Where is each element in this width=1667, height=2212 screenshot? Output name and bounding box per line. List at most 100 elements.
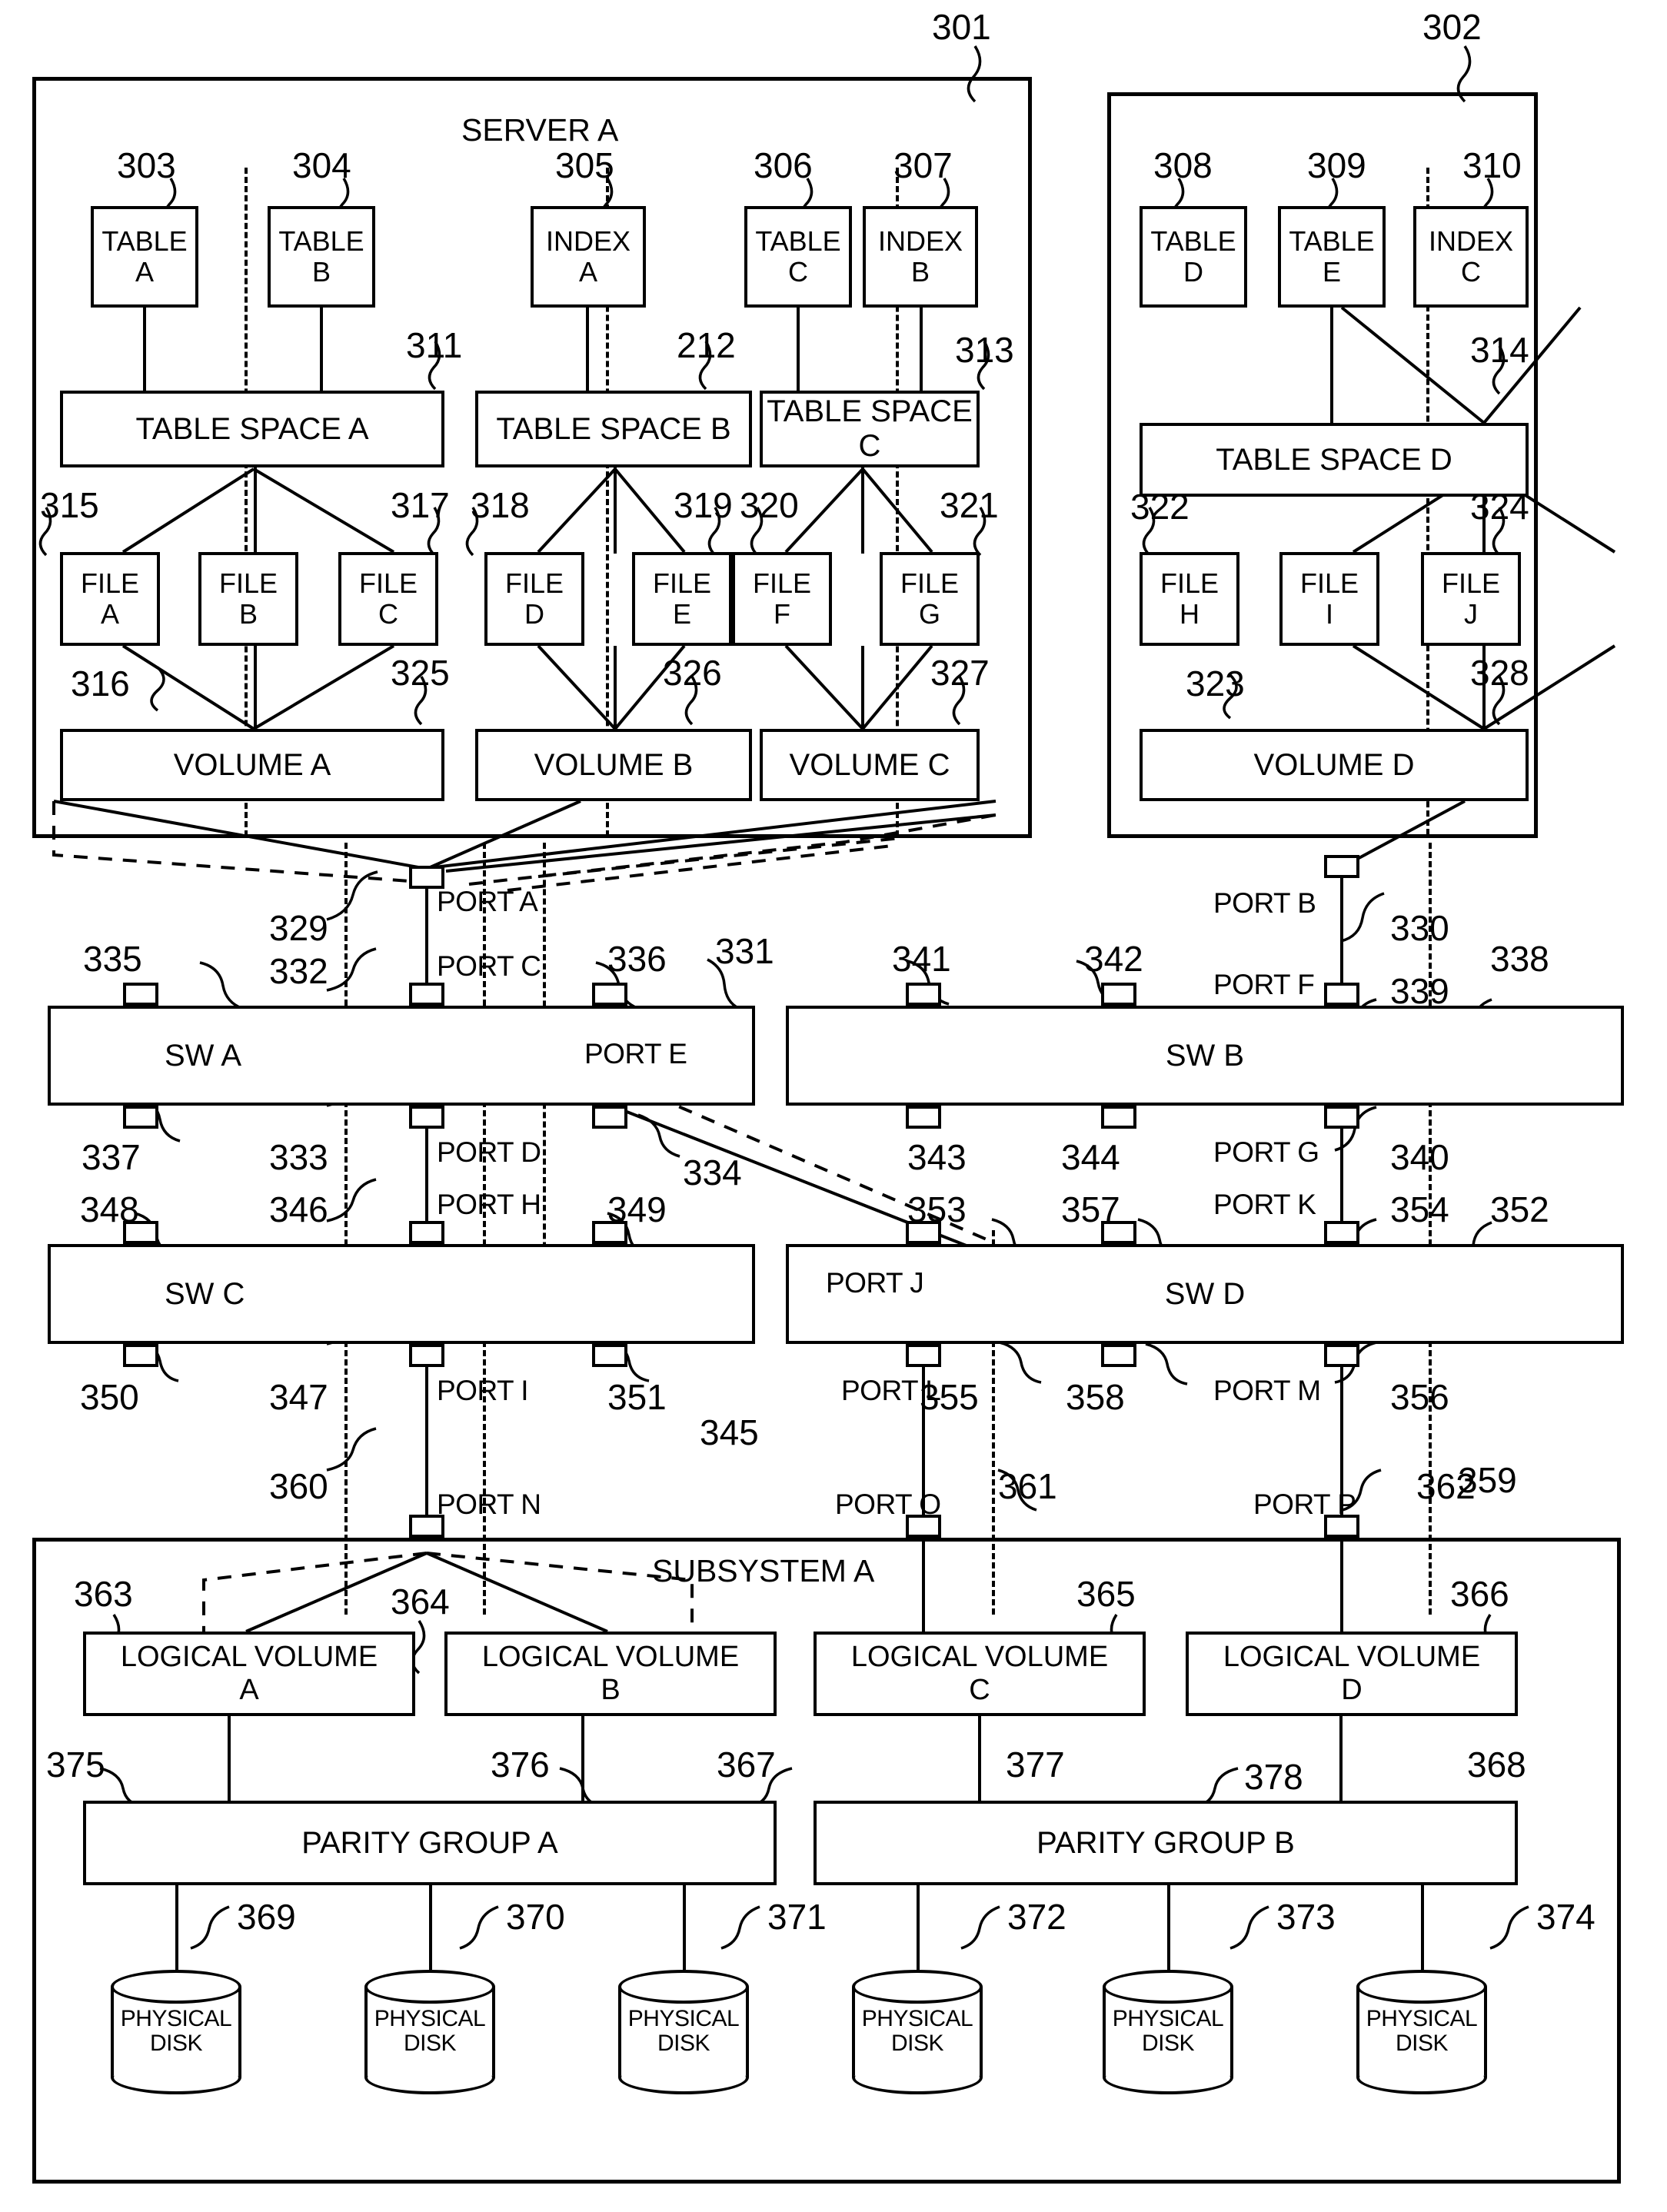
file-line2: F — [774, 598, 790, 630]
link-index-a — [586, 308, 589, 392]
ref-368: 368 — [1467, 1745, 1526, 1785]
ref-319: 319 — [674, 485, 733, 525]
disk-top-ellipse — [1103, 1970, 1233, 2004]
file-box-a: FILE A — [60, 552, 160, 646]
port-i-label: PORT I — [437, 1375, 529, 1406]
object-line1: INDEX — [1428, 225, 1514, 257]
volume-box-b: VOLUME B — [475, 729, 752, 801]
ref-373: 373 — [1276, 1897, 1336, 1937]
disk-line1: PHYSICAL — [374, 2006, 486, 2031]
sw-d-port-m[interactable] — [1324, 1344, 1359, 1367]
ref-374: 374 — [1536, 1897, 1595, 1937]
port-f-label: PORT F — [1213, 969, 1315, 1000]
object-line2: C — [1461, 256, 1481, 288]
parity-group-box-a: PARITY GROUP A — [83, 1801, 777, 1885]
ref-316: 316 — [71, 664, 130, 704]
link-lvb-pga — [581, 1716, 584, 1801]
ref-348: 348 — [80, 1189, 139, 1229]
ref-343: 343 — [907, 1137, 967, 1177]
table-space-c: TABLE SPACE C — [760, 391, 980, 467]
lv-line2: B — [601, 1674, 621, 1706]
sw-b-port-g[interactable] — [1324, 1106, 1359, 1129]
ref-349: 349 — [607, 1189, 667, 1229]
sw-d-port-358[interactable] — [1101, 1344, 1136, 1367]
sw-b-port-341[interactable] — [906, 983, 941, 1006]
ref-332: 332 — [269, 951, 328, 991]
object-box-table-c: TABLE C — [744, 206, 852, 308]
link-lva-pga — [228, 1716, 231, 1801]
disk-label: PHYSICAL DISK — [618, 2006, 749, 2057]
ref-334: 334 — [683, 1153, 742, 1192]
parity-group-box-b: PARITY GROUP B — [814, 1801, 1518, 1885]
file-line1: FILE — [218, 567, 278, 599]
object-line2: C — [788, 256, 808, 288]
sw-c-port-351[interactable] — [592, 1344, 627, 1367]
file-line2: E — [672, 598, 691, 630]
sw-c-port-h[interactable] — [409, 1221, 444, 1244]
sw-a-port-d[interactable] — [409, 1106, 444, 1129]
ref-377: 377 — [1006, 1745, 1065, 1785]
ref-345: 345 — [700, 1412, 759, 1452]
disk-line2: DISK — [403, 2031, 457, 2057]
file-line1: FILE — [652, 567, 712, 599]
port-j-label: PORT J — [826, 1267, 924, 1299]
port-n-label: PORT N — [437, 1489, 541, 1520]
ref-336: 336 — [607, 939, 667, 979]
file-line1: FILE — [900, 567, 960, 599]
logical-volume-box-d: LOGICAL VOLUME D — [1186, 1632, 1518, 1716]
disk-line2: DISK — [149, 2031, 203, 2057]
ref-320: 320 — [740, 485, 799, 525]
trunk-port-i-n — [425, 1365, 428, 1536]
trace-col-1 — [344, 843, 348, 1615]
ref-363: 363 — [74, 1574, 133, 1614]
ref-365: 365 — [1076, 1574, 1136, 1614]
ref-337: 337 — [82, 1137, 141, 1177]
sw-a-port-e[interactable] — [592, 1106, 627, 1129]
file-line1: FILE — [1441, 567, 1501, 599]
ref-362: 362 — [1416, 1466, 1476, 1506]
sw-a-port-c[interactable] — [409, 983, 444, 1006]
link-pga-disk2 — [429, 1885, 432, 1970]
file-box-e: FILE E — [632, 552, 732, 646]
ref-366: 366 — [1450, 1574, 1509, 1614]
file-line1: FILE — [1160, 567, 1219, 599]
object-box-index-b: INDEX B — [863, 206, 978, 308]
link-file-vol-b — [614, 646, 617, 730]
ref-302: 302 — [1422, 7, 1482, 47]
sw-b-port-343[interactable] — [906, 1106, 941, 1129]
subsystem-title: SUBSYSTEM A — [652, 1553, 875, 1588]
sw-c-port-350[interactable] — [123, 1344, 158, 1367]
ref-315: 315 — [40, 485, 99, 525]
file-line2: J — [1464, 598, 1478, 630]
sw-d-port-k[interactable] — [1324, 1221, 1359, 1244]
ref-212: 212 — [677, 325, 736, 365]
disk-line1: PHYSICAL — [120, 2006, 232, 2031]
sw-b-port-344[interactable] — [1101, 1106, 1136, 1129]
ref-324: 324 — [1470, 487, 1529, 527]
ref-367: 367 — [717, 1745, 776, 1785]
object-box-table-d: TABLE D — [1140, 206, 1247, 308]
disk-label: PHYSICAL DISK — [852, 2006, 983, 2057]
port-m-label: PORT M — [1213, 1375, 1321, 1406]
sw-b-port-f[interactable] — [1324, 983, 1359, 1006]
link-table-b — [320, 308, 323, 392]
port-b-nub[interactable] — [1324, 855, 1359, 878]
object-box-index-c: INDEX C — [1413, 206, 1529, 308]
lv-line2: C — [969, 1674, 990, 1706]
patent-figure: 301 302 SERVER A TABLE A TABLE B INDEX A… — [0, 0, 1667, 2212]
ref-346: 346 — [269, 1189, 328, 1229]
ref-322: 322 — [1130, 487, 1190, 527]
sw-b-port-342[interactable] — [1101, 983, 1136, 1006]
ref-344: 344 — [1061, 1137, 1120, 1177]
object-line1: TABLE — [755, 225, 841, 257]
sw-c-port-i[interactable] — [409, 1344, 444, 1367]
sw-d-port-l[interactable] — [906, 1344, 941, 1367]
ref-330: 330 — [1390, 908, 1449, 948]
logical-volume-box-a: LOGICAL VOLUME A — [83, 1632, 415, 1716]
sw-a-port-337[interactable] — [123, 1106, 158, 1129]
ref-326: 326 — [663, 653, 722, 693]
object-line2: B — [910, 256, 930, 288]
file-line2: H — [1180, 598, 1200, 630]
sw-a-port-336[interactable] — [592, 983, 627, 1006]
sw-a-port-335[interactable] — [123, 983, 158, 1006]
